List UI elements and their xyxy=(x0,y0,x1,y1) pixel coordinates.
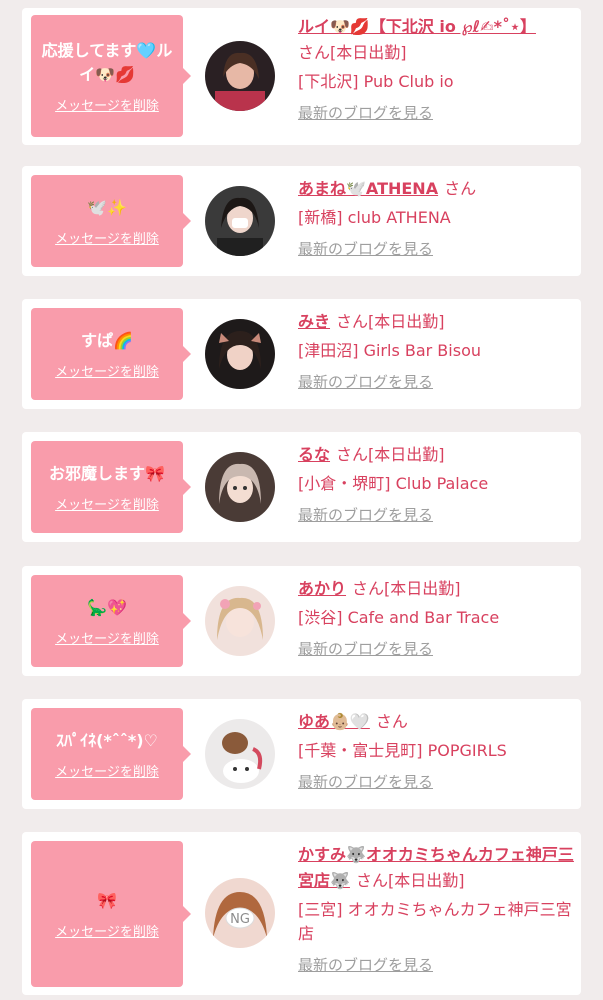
list-item: 応援してます🩵ルイ🐶💋 メッセージを削除 ルイ🐶💋【下北沢 io ℘ℓ✍*˚⋆】… xyxy=(22,8,581,145)
cast-info: ゆあ👶🏼🤍 さん [千葉・富士見町] POPGIRLS 最新のブログを見る xyxy=(298,709,576,792)
shop-name: [津田沼] Girls Bar Bisou xyxy=(298,341,481,360)
message-bubble: お邪魔します🎀 メッセージを削除 xyxy=(31,441,191,533)
avatar[interactable] xyxy=(205,586,275,656)
honorific: さん xyxy=(375,712,408,731)
avatar[interactable]: NG xyxy=(205,878,275,948)
blog-link[interactable]: 最新のブログを見る xyxy=(298,771,433,792)
cast-name-link[interactable]: あまね🕊️ATHENA xyxy=(298,179,438,198)
avatar[interactable] xyxy=(205,719,275,789)
cast-name-link[interactable]: るな xyxy=(298,445,330,464)
message-bubble: 🕊️✨ メッセージを削除 xyxy=(31,175,191,267)
status-badge: [本日出勤] xyxy=(387,871,465,890)
list-item: 🕊️✨ メッセージを削除 あまね🕊️ATHENA さん [新橋] club ATH… xyxy=(22,166,581,276)
cast-info: あかり さん[本日出勤] [渋谷] Cafe and Bar Trace 最新のブ… xyxy=(298,576,576,659)
blog-link[interactable]: 最新のブログを見る xyxy=(298,954,433,975)
delete-message-link[interactable]: メッセージを削除 xyxy=(55,494,159,513)
message-bubble: 🦕💖 メッセージを削除 xyxy=(31,575,191,667)
message-text: 🎀 xyxy=(97,890,117,910)
shop-name: [新橋] club ATHENA xyxy=(298,208,451,227)
delete-message-link[interactable]: メッセージを削除 xyxy=(55,628,159,647)
blog-link[interactable]: 最新のブログを見る xyxy=(298,102,433,123)
message-text: すぱ🌈 xyxy=(81,330,133,350)
message-text: ｽﾊﾟｲﾈ(*ˆˆ*)♡ xyxy=(56,730,158,750)
avatar[interactable] xyxy=(205,41,275,111)
cast-name-link[interactable]: みき xyxy=(298,312,330,331)
shop-name: [小倉・堺町] Club Palace xyxy=(298,474,489,493)
avatar[interactable] xyxy=(205,186,275,256)
status-badge: [本日出勤] xyxy=(384,579,461,598)
list-item: すぱ🌈 メッセージを削除 みき さん[本日出勤] [津田沼] Girls Bar … xyxy=(22,299,581,409)
list-item: 🎀 メッセージを削除 NG かすみ🐺オオカミちゃんカフェ神戸三宮店🐺 さん[本日出… xyxy=(22,832,581,995)
cast-name-link[interactable]: あかり xyxy=(298,579,346,598)
cast-info: あまね🕊️ATHENA さん [新橋] club ATHENA 最新のブログを見る xyxy=(298,176,576,259)
blog-link[interactable]: 最新のブログを見る xyxy=(298,371,433,392)
message-list: 応援してます🩵ルイ🐶💋 メッセージを削除 ルイ🐶💋【下北沢 io ℘ℓ✍*˚⋆】… xyxy=(0,0,603,1000)
list-item: ｽﾊﾟｲﾈ(*ˆˆ*)♡ メッセージを削除 ゆあ👶🏼🤍 さん [千葉・富士見町] … xyxy=(22,699,581,809)
message-bubble: すぱ🌈 メッセージを削除 xyxy=(31,308,191,400)
message-text: 応援してます🩵ルイ🐶💋 xyxy=(41,40,173,84)
message-bubble: 🎀 メッセージを削除 xyxy=(31,841,191,987)
avatar[interactable] xyxy=(205,452,275,522)
delete-message-link[interactable]: メッセージを削除 xyxy=(55,228,159,247)
list-item: 🦕💖 メッセージを削除 あかり さん[本日出勤] [渋谷] Cafe and Ba… xyxy=(22,566,581,676)
honorific: さん xyxy=(336,445,369,464)
cast-info: みき さん[本日出勤] [津田沼] Girls Bar Bisou 最新のブログを… xyxy=(298,309,576,392)
cast-info: かすみ🐺オオカミちゃんカフェ神戸三宮店🐺 さん[本日出勤] [三宮] オオカミちゃ… xyxy=(298,842,576,975)
status-badge: [本日出勤] xyxy=(368,312,445,331)
shop-name: [下北沢] Pub Club io xyxy=(298,72,454,91)
status-badge: [本日出勤] xyxy=(330,43,407,62)
honorific: さん xyxy=(355,871,388,890)
honorific: さん xyxy=(352,579,385,598)
message-text: 🦕💖 xyxy=(87,597,127,617)
honorific: さん xyxy=(336,312,369,331)
delete-message-link[interactable]: メッセージを削除 xyxy=(55,921,159,940)
delete-message-link[interactable]: メッセージを削除 xyxy=(55,761,159,780)
avatar[interactable] xyxy=(205,319,275,389)
cast-name-link[interactable]: ゆあ👶🏼🤍 xyxy=(298,712,370,731)
blog-link[interactable]: 最新のブログを見る xyxy=(298,504,433,525)
blog-link[interactable]: 最新のブログを見る xyxy=(298,238,433,259)
shop-name: [千葉・富士見町] POPGIRLS xyxy=(298,741,507,760)
cast-info: ルイ🐶💋【下北沢 io ℘ℓ✍*˚⋆】 さん[本日出勤] [下北沢] Pub C… xyxy=(298,14,576,123)
list-item: お邪魔します🎀 メッセージを削除 るな さん[本日出勤] [小倉・堺町] Club… xyxy=(22,432,581,542)
delete-message-link[interactable]: メッセージを削除 xyxy=(55,95,159,114)
shop-name: [三宮] オオカミちゃんカフェ神戸三宮店 xyxy=(298,900,572,943)
message-text: 🕊️✨ xyxy=(87,197,127,217)
status-badge: [本日出勤] xyxy=(368,445,445,464)
message-bubble: ｽﾊﾟｲﾈ(*ˆˆ*)♡ メッセージを削除 xyxy=(31,708,191,800)
shop-name: [渋谷] Cafe and Bar Trace xyxy=(298,608,500,627)
honorific: さん xyxy=(444,179,477,198)
cast-info: るな さん[本日出勤] [小倉・堺町] Club Palace 最新のブログを見る xyxy=(298,442,576,525)
message-bubble: 応援してます🩵ルイ🐶💋 メッセージを削除 xyxy=(31,15,191,137)
blog-link[interactable]: 最新のブログを見る xyxy=(298,638,433,659)
cast-name-link[interactable]: ルイ🐶💋【下北沢 io ℘ℓ✍*˚⋆】 xyxy=(298,17,536,36)
message-text: お邪魔します🎀 xyxy=(49,463,165,483)
honorific: さん xyxy=(298,43,331,62)
delete-message-link[interactable]: メッセージを削除 xyxy=(55,361,159,380)
avatar-sticker-text: NG xyxy=(230,912,250,927)
